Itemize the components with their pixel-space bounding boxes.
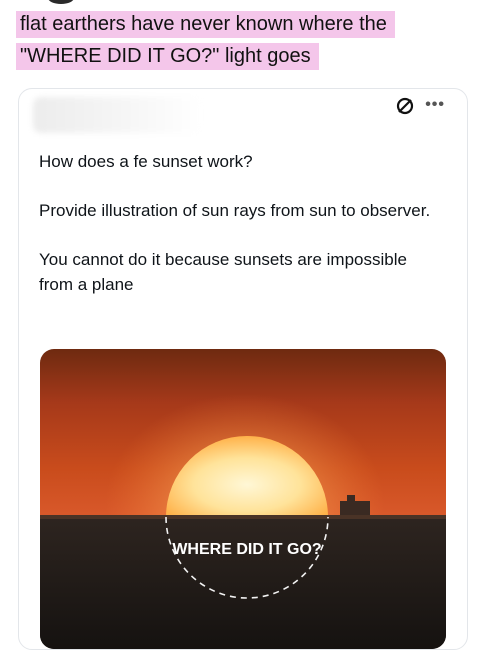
sea	[40, 515, 446, 649]
post-paragraph: How does a fe sunset work?	[39, 152, 253, 171]
more-options-icon[interactable]: •••	[425, 97, 445, 113]
caption-line-1: flat earthers have never known where the	[16, 11, 395, 38]
horizon-line	[40, 515, 446, 519]
sunset-image[interactable]: WHERE DID IT GO?	[40, 349, 446, 649]
overlay-caption: WHERE DID IT GO?	[172, 541, 321, 558]
post-body: How does a fe sunset work? Provide illus…	[39, 149, 439, 321]
caption-line-2: "WHERE DID IT GO?" light goes	[16, 43, 319, 70]
no-entry-icon[interactable]	[395, 95, 415, 115]
post-header-actions: •••	[395, 95, 445, 115]
blurred-author-header	[33, 97, 203, 133]
post-card: ••• How does a fe sunset work? Provide i…	[18, 88, 468, 650]
post-paragraph: Provide illustration of sun rays from su…	[39, 201, 431, 220]
meme-caption: flat earthers have never known where the…	[16, 8, 436, 72]
distant-ship	[340, 501, 370, 515]
post-paragraph: You cannot do it because sunsets are imp…	[39, 250, 407, 294]
avatar-edge	[48, 0, 74, 4]
